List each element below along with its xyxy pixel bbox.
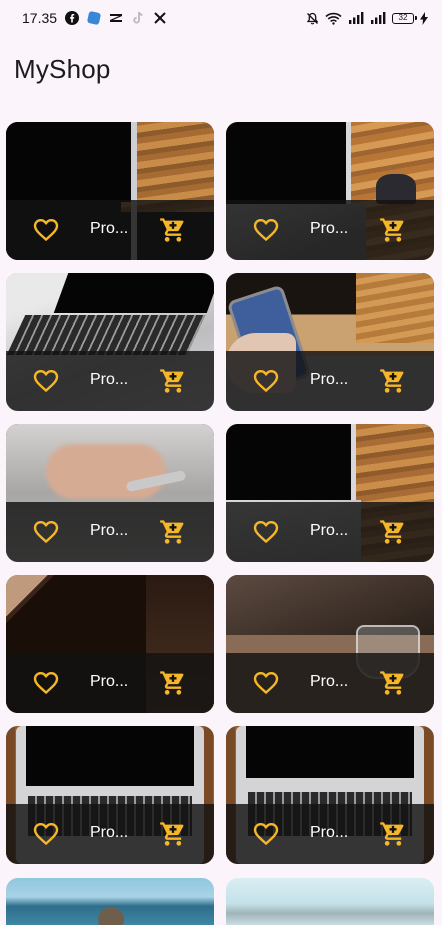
- product-name: Pro...: [90, 522, 129, 539]
- signal-icon: [370, 12, 386, 24]
- favorite-button[interactable]: [252, 518, 280, 546]
- cart-icon: [160, 671, 184, 695]
- app-title: MyShop: [14, 54, 111, 84]
- wifi-icon: [325, 12, 342, 25]
- product-card[interactable]: Pro...: [226, 273, 434, 411]
- product-overlay: Pro...: [6, 653, 214, 713]
- status-right: 32: [306, 11, 428, 25]
- favorite-button[interactable]: [252, 367, 280, 395]
- product-overlay: Pro...: [6, 804, 214, 864]
- favorite-button[interactable]: [32, 216, 60, 244]
- product-card[interactable]: Pro...: [226, 424, 434, 562]
- add-to-cart-button[interactable]: [378, 819, 408, 849]
- product-card[interactable]: Pro...: [6, 273, 214, 411]
- product-overlay: Pro...: [226, 653, 434, 713]
- x-icon: [153, 11, 167, 25]
- heart-outline-icon: [253, 822, 279, 846]
- product-name: Pro...: [310, 522, 349, 539]
- product-image: [226, 878, 434, 925]
- signal-icon: [348, 12, 364, 24]
- product-overlay: Pro...: [6, 200, 214, 260]
- favorite-button[interactable]: [32, 669, 60, 697]
- bell-muted-icon: [306, 12, 319, 25]
- tiktok-icon: [131, 11, 145, 25]
- product-name: Pro...: [90, 371, 129, 388]
- heart-outline-icon: [33, 218, 59, 242]
- favorite-button[interactable]: [252, 216, 280, 244]
- product-card[interactable]: Pro...: [6, 424, 214, 562]
- add-to-cart-button[interactable]: [158, 668, 188, 698]
- product-overlay: Pro...: [6, 502, 214, 562]
- status-left: 17.35: [22, 10, 167, 26]
- favorite-button[interactable]: [32, 820, 60, 848]
- product-overlay: Pro...: [226, 502, 434, 562]
- product-overlay: Pro...: [226, 351, 434, 411]
- product-name: Pro...: [310, 220, 349, 237]
- cart-icon: [160, 218, 184, 242]
- product-card[interactable]: [226, 878, 434, 925]
- capcut-icon: [109, 11, 123, 25]
- cart-icon: [380, 822, 404, 846]
- heart-outline-icon: [253, 218, 279, 242]
- cart-icon: [380, 218, 404, 242]
- messenger-icon: [87, 11, 101, 25]
- product-name: Pro...: [310, 371, 349, 388]
- product-card[interactable]: Pro...: [6, 122, 214, 260]
- heart-outline-icon: [253, 369, 279, 393]
- clock: 17.35: [22, 10, 58, 26]
- product-overlay: Pro...: [226, 804, 434, 864]
- product-card[interactable]: Pro...: [226, 122, 434, 260]
- product-card[interactable]: Pro...: [6, 726, 214, 864]
- cart-icon: [160, 369, 184, 393]
- product-card[interactable]: Pro...: [6, 575, 214, 713]
- heart-outline-icon: [33, 822, 59, 846]
- add-to-cart-button[interactable]: [378, 517, 408, 547]
- product-name: Pro...: [310, 673, 349, 690]
- product-image: [86, 896, 136, 925]
- product-grid: Pro... Pro... Pro... Pro... Pro... Pro..…: [6, 122, 435, 864]
- cart-icon: [380, 671, 404, 695]
- cart-icon: [160, 822, 184, 846]
- product-name: Pro...: [90, 220, 129, 237]
- add-to-cart-button[interactable]: [158, 819, 188, 849]
- cart-icon: [380, 520, 404, 544]
- add-to-cart-button[interactable]: [378, 668, 408, 698]
- product-name: Pro...: [90, 673, 129, 690]
- favorite-button[interactable]: [252, 820, 280, 848]
- product-card[interactable]: Pro...: [226, 726, 434, 864]
- heart-outline-icon: [253, 671, 279, 695]
- heart-outline-icon: [33, 369, 59, 393]
- add-to-cart-button[interactable]: [378, 215, 408, 245]
- favorite-button[interactable]: [252, 669, 280, 697]
- charging-icon: [420, 11, 428, 25]
- add-to-cart-button[interactable]: [378, 366, 408, 396]
- product-card[interactable]: [6, 878, 214, 925]
- status-bar: 17.35 32: [0, 0, 442, 36]
- add-to-cart-button[interactable]: [158, 517, 188, 547]
- product-grid-next-row: [6, 878, 435, 925]
- product-card[interactable]: Pro...: [226, 575, 434, 713]
- favorite-button[interactable]: [32, 367, 60, 395]
- facebook-icon: [65, 11, 80, 25]
- heart-outline-icon: [33, 520, 59, 544]
- battery-icon: 32: [392, 12, 417, 24]
- product-name: Pro...: [310, 824, 349, 841]
- battery-level: 32: [398, 13, 408, 22]
- add-to-cart-button[interactable]: [158, 215, 188, 245]
- cart-icon: [380, 369, 404, 393]
- favorite-button[interactable]: [32, 518, 60, 546]
- product-overlay: Pro...: [6, 351, 214, 411]
- cart-icon: [160, 520, 184, 544]
- product-overlay: Pro...: [226, 200, 434, 260]
- heart-outline-icon: [33, 671, 59, 695]
- add-to-cart-button[interactable]: [158, 366, 188, 396]
- heart-outline-icon: [253, 520, 279, 544]
- product-name: Pro...: [90, 824, 129, 841]
